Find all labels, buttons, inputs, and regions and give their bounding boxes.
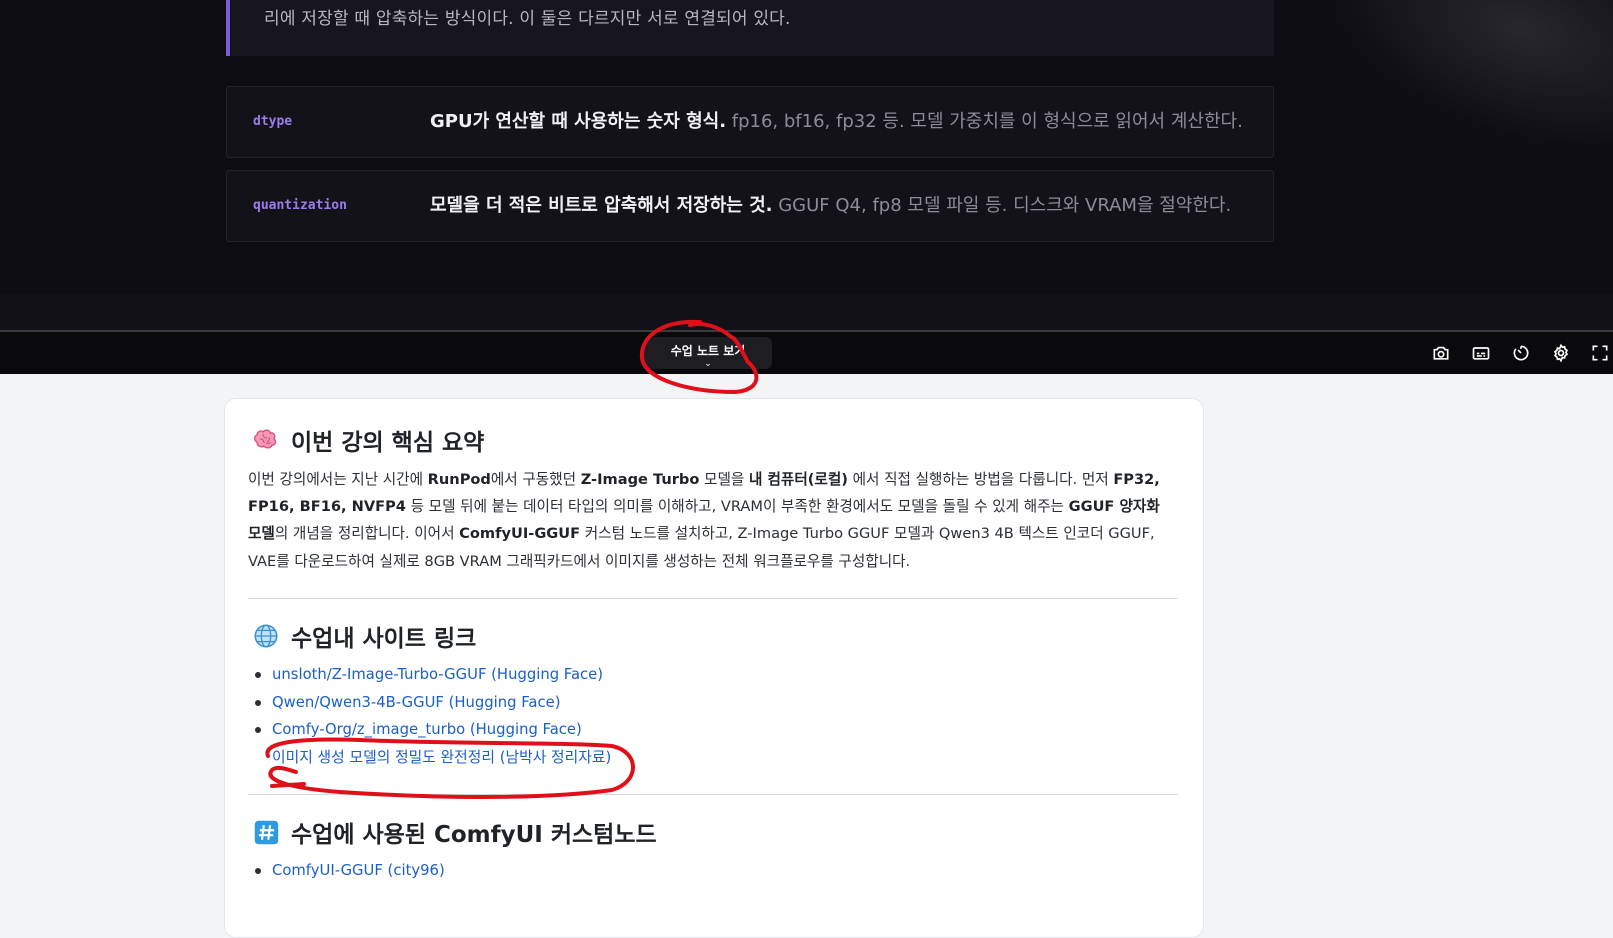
custom-node-list: ComfyUI-GGUF (city96) bbox=[248, 857, 445, 885]
term-row-quantization: quantization 모델을 더 적은 비트로 압축해서 저장하는 것. G… bbox=[226, 170, 1274, 242]
site-link-list: unsloth/Z-Image-Turbo-GGUF (Hugging Face… bbox=[248, 661, 611, 771]
link-comfy-org-z-image-turbo[interactable]: Comfy-Org/z_image_turbo (Hugging Face) bbox=[272, 721, 582, 738]
video-bottom-band bbox=[0, 294, 1613, 332]
summary-bold: RunPod bbox=[427, 471, 491, 488]
video-sheen bbox=[1289, 0, 1613, 200]
list-item: unsloth/Z-Image-Turbo-GGUF (Hugging Face… bbox=[248, 661, 611, 689]
summary-text: 모델을 bbox=[699, 471, 749, 488]
list-item: 이미지 생성 모델의 정밀도 완전정리 (남박사 정리자료) bbox=[248, 744, 611, 772]
globe-icon bbox=[251, 621, 281, 651]
summary-text: 에서 구동했던 bbox=[490, 471, 581, 488]
summary-text: 등 모델 뒤에 붙는 데이터 타입의 의미를 이해하고, VRAM이 부족한 환… bbox=[405, 498, 1069, 516]
notes-toggle-label: 수업 노트 보기 bbox=[670, 344, 746, 358]
bullet-icon bbox=[255, 699, 261, 706]
subtitles-icon[interactable] bbox=[1469, 341, 1493, 365]
summary-bold: ComfyUI-GGUF bbox=[459, 525, 581, 543]
timer-icon[interactable] bbox=[1509, 341, 1533, 365]
list-item: Comfy-Org/z_image_turbo (Hugging Face) bbox=[248, 716, 611, 744]
links-heading: 수업내 사이트 링크 bbox=[251, 619, 476, 653]
link-unsloth-z-image-turbo-gguf[interactable]: unsloth/Z-Image-Turbo-GGUF (Hugging Face… bbox=[272, 666, 603, 683]
summary-text: 이번 강의에서는 지난 시간에 bbox=[248, 471, 428, 488]
links-title: 수업내 사이트 링크 bbox=[291, 626, 477, 652]
chevron-down-icon: ⌄ bbox=[704, 359, 712, 369]
term-bold: 모델을 더 적은 비트로 압축해서 저장하는 것. bbox=[430, 195, 773, 216]
term-rest: GGUF Q4, fp8 모델 파일 등. 디스크와 VRAM을 절약한다. bbox=[772, 195, 1232, 216]
video-player[interactable]: 리에 저장할 때 압축하는 방식이다. 이 둘은 다르지만 서로 연결되어 있다… bbox=[0, 0, 1613, 332]
term-key: dtype bbox=[253, 114, 293, 129]
summary-bold: Z-Image Turbo bbox=[580, 471, 700, 488]
nodes-title: 수업에 사용된 ComfyUI 커스텀노드 bbox=[291, 822, 657, 848]
summary-text: 에서 직접 실행하는 방법을 다룹니다. 먼저 bbox=[847, 471, 1114, 488]
notes-toggle-button[interactable]: 수업 노트 보기 ⌄ bbox=[644, 337, 772, 369]
camera-icon[interactable] bbox=[1429, 341, 1453, 365]
list-item: ComfyUI-GGUF (city96) bbox=[248, 857, 445, 885]
nodes-heading: 수업에 사용된 ComfyUI 커스텀노드 bbox=[251, 815, 657, 849]
bullet-icon bbox=[255, 672, 261, 678]
term-row-dtype: dtype GPU가 연산할 때 사용하는 숫자 형식. fp16, bf16,… bbox=[226, 86, 1274, 158]
settings-icon[interactable] bbox=[1549, 341, 1573, 365]
bullet-icon bbox=[255, 727, 261, 733]
term-description: 모델을 더 적은 비트로 압축해서 저장하는 것. GGUF Q4, fp8 모… bbox=[430, 171, 1231, 241]
video-quote-text: 리에 저장할 때 압축하는 방식이다. 이 둘은 다르지만 서로 연결되어 있다… bbox=[264, 9, 791, 29]
video-control-bar: 수업 노트 보기 ⌄ bbox=[0, 330, 1613, 374]
list-item: Qwen/Qwen3-4B-GGUF (Hugging Face) bbox=[248, 689, 611, 717]
summary-text: 의 개념을 정리합니다. 이어서 bbox=[274, 525, 460, 543]
section-divider bbox=[248, 598, 1178, 599]
link-qwen3-4b-gguf[interactable]: Qwen/Qwen3-4B-GGUF (Hugging Face) bbox=[272, 694, 561, 711]
link-comfyui-gguf[interactable]: ComfyUI-GGUF (city96) bbox=[272, 862, 445, 879]
summary-paragraph: 이번 강의에서는 지난 시간에 RunPod에서 구동했던 Z-Image Tu… bbox=[248, 466, 1168, 575]
section-divider bbox=[248, 794, 1178, 795]
term-bold: GPU가 연산할 때 사용하는 숫자 형식. bbox=[430, 111, 727, 132]
link-precision-guide[interactable]: 이미지 생성 모델의 정밀도 완전정리 (남박사 정리자료) bbox=[272, 749, 611, 766]
term-rest: fp16, bf16, fp32 등. 모델 가중치를 이 형식으로 읽어서 계… bbox=[726, 111, 1243, 132]
term-description: GPU가 연산할 때 사용하는 숫자 형식. fp16, bf16, fp32 … bbox=[430, 87, 1243, 157]
notes-card: 이번 강의 핵심 요약 이번 강의에서는 지난 시간에 RunPod에서 구동했… bbox=[224, 398, 1204, 938]
summary-bold: 내 컴퓨터(로컬) bbox=[748, 471, 848, 488]
summary-heading: 이번 강의 핵심 요약 bbox=[251, 423, 484, 457]
fullscreen-icon[interactable] bbox=[1588, 341, 1612, 365]
hash-keycap-icon bbox=[251, 817, 281, 847]
term-key: quantization bbox=[253, 198, 347, 213]
summary-title: 이번 강의 핵심 요약 bbox=[291, 430, 485, 456]
video-quote-box: 리에 저장할 때 압축하는 방식이다. 이 둘은 다르지만 서로 연결되어 있다… bbox=[226, 0, 1274, 56]
brain-icon bbox=[251, 425, 281, 455]
lecture-notes-panel: 이번 강의 핵심 요약 이번 강의에서는 지난 시간에 RunPod에서 구동했… bbox=[0, 374, 1613, 938]
bullet-icon bbox=[255, 868, 261, 874]
